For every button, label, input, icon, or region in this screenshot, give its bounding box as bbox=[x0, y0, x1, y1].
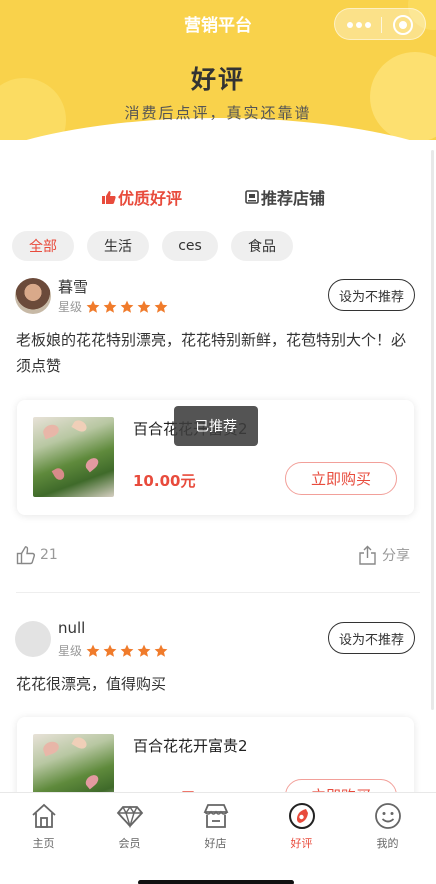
diamond-icon bbox=[116, 805, 143, 829]
close-miniprogram-icon[interactable] bbox=[393, 15, 413, 35]
product-price: 10.00元 bbox=[133, 472, 196, 490]
star-icon bbox=[154, 300, 168, 313]
tabbar-item-home[interactable]: 主页 bbox=[0, 801, 87, 851]
divider bbox=[16, 592, 420, 593]
review-content: 花花很漂亮，值得购买 bbox=[16, 675, 167, 693]
page-subtitle: 消费后点评，真实还靠谱 bbox=[124, 104, 312, 122]
buy-now-button[interactable]: 立即购买 bbox=[285, 462, 397, 495]
star-rating bbox=[86, 300, 171, 314]
star-icon bbox=[120, 300, 134, 313]
toast-message: 已推荐 bbox=[174, 406, 258, 446]
category-chip-life[interactable]: 生活 bbox=[87, 231, 149, 261]
category-chip-all[interactable]: 全部 bbox=[12, 231, 74, 261]
smile-icon bbox=[374, 803, 401, 829]
avatar[interactable] bbox=[15, 621, 51, 657]
tabbar-item-good-shop[interactable]: 好店 bbox=[172, 801, 259, 851]
share-label: 分享 bbox=[382, 548, 410, 564]
star-icon bbox=[154, 644, 168, 657]
tab-label: 优质好评 bbox=[118, 189, 183, 208]
star-icon bbox=[120, 644, 134, 657]
category-chip-ces[interactable]: ces bbox=[162, 231, 218, 261]
bottom-tab-bar: 主页 会员 好店 好评 我的 bbox=[0, 792, 436, 884]
star-icon bbox=[103, 300, 117, 313]
rating-label: 星级 bbox=[58, 644, 83, 658]
tabbar-item-mine[interactable]: 我的 bbox=[344, 801, 431, 851]
tabbar-label: 主页 bbox=[32, 837, 55, 850]
shop-icon bbox=[245, 190, 259, 204]
miniprogram-capsule bbox=[334, 8, 426, 40]
hero-banner: 营销平台 好评 消费后点评，真实还靠谱 bbox=[0, 0, 436, 140]
rating-row: 星级 bbox=[58, 298, 171, 315]
tabbar-item-member[interactable]: 会员 bbox=[86, 801, 173, 851]
review-content: 老板娘的花花特别漂亮，花花特别新鲜，花苞特别大个！必须点赞 bbox=[16, 331, 407, 375]
more-icon[interactable] bbox=[347, 22, 371, 28]
star-icon bbox=[86, 300, 100, 313]
rating-row: 星级 bbox=[58, 642, 171, 659]
product-image bbox=[33, 417, 114, 497]
set-not-recommended-button[interactable]: 设为不推荐 bbox=[328, 279, 415, 311]
set-not-recommended-button[interactable]: 设为不推荐 bbox=[328, 622, 415, 654]
home-icon bbox=[31, 803, 56, 828]
review-tabs: 优质好评 推荐店铺 bbox=[0, 184, 436, 210]
scrollbar[interactable] bbox=[431, 150, 434, 710]
thumbs-up-icon bbox=[102, 190, 116, 204]
star-icon bbox=[137, 644, 151, 657]
star-icon bbox=[103, 644, 117, 657]
tab-quality-reviews[interactable]: 优质好评 bbox=[102, 184, 182, 210]
tab-label: 推荐店铺 bbox=[261, 189, 326, 208]
page-title: 好评 bbox=[190, 65, 245, 94]
tabbar-item-reviews[interactable]: 好评 bbox=[258, 801, 345, 851]
tabbar-label: 好评 bbox=[290, 837, 313, 850]
reviewer-name: null bbox=[58, 619, 86, 637]
tabbar-label: 会员 bbox=[118, 837, 141, 850]
category-chip-food[interactable]: 食品 bbox=[231, 231, 293, 261]
star-rating bbox=[86, 644, 171, 658]
home-indicator bbox=[138, 880, 294, 884]
tabbar-label: 好店 bbox=[204, 837, 227, 850]
avatar[interactable] bbox=[15, 278, 51, 314]
rating-label: 星级 bbox=[58, 300, 83, 314]
review-icon bbox=[288, 803, 315, 829]
reviewer-name: 暮雪 bbox=[58, 278, 89, 296]
share-button[interactable]: 分享 bbox=[358, 545, 410, 565]
product-name: 百合花花开富贵2 bbox=[133, 737, 248, 755]
capsule-divider bbox=[381, 17, 382, 33]
tab-recommended-shops[interactable]: 推荐店铺 bbox=[245, 184, 325, 210]
star-icon bbox=[137, 300, 151, 313]
store-icon bbox=[203, 804, 228, 828]
like-button[interactable]: 21 bbox=[16, 545, 58, 565]
share-icon bbox=[359, 545, 376, 565]
tabbar-label: 我的 bbox=[376, 837, 399, 850]
thumbs-up-outline-icon bbox=[16, 546, 36, 565]
star-icon bbox=[86, 644, 100, 657]
like-count: 21 bbox=[40, 547, 58, 563]
